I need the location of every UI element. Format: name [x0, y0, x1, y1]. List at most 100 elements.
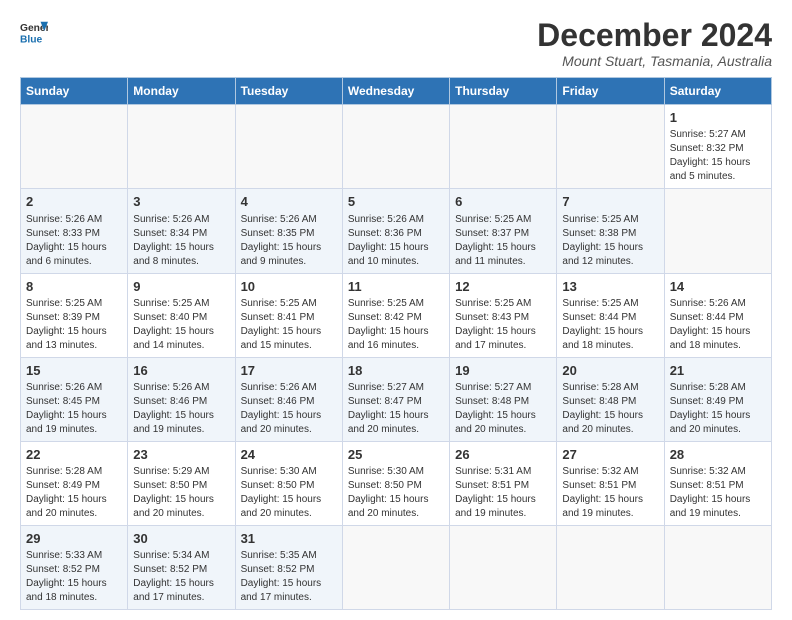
day-number: 28 — [670, 446, 766, 464]
daylight-text: Daylight: 15 hours and 9 minutes. — [241, 242, 322, 267]
day-number: 24 — [241, 446, 337, 464]
main-title: December 2024 — [537, 18, 772, 53]
daylight-text: Daylight: 15 hours and 14 minutes. — [133, 326, 214, 351]
calendar-row: 15Sunrise: 5:26 AMSunset: 8:45 PMDayligh… — [21, 357, 772, 441]
daylight-text: Daylight: 15 hours and 18 minutes. — [562, 326, 643, 351]
sunrise-text: Sunrise: 5:34 AM — [133, 550, 209, 561]
sunset-text: Sunset: 8:34 PM — [133, 228, 207, 239]
daylight-text: Daylight: 15 hours and 13 minutes. — [26, 326, 107, 351]
sunrise-text: Sunrise: 5:25 AM — [562, 298, 638, 309]
sunset-text: Sunset: 8:46 PM — [241, 396, 315, 407]
sunset-text: Sunset: 8:32 PM — [670, 143, 744, 154]
daylight-text: Daylight: 15 hours and 19 minutes. — [670, 494, 751, 519]
sunrise-text: Sunrise: 5:27 AM — [348, 382, 424, 393]
calendar-body: 1Sunrise: 5:27 AMSunset: 8:32 PMDaylight… — [21, 105, 772, 610]
sunset-text: Sunset: 8:47 PM — [348, 396, 422, 407]
calendar-row: 2 Sunrise: 5:26 AM Sunset: 8:33 PM Daylight… — [21, 189, 772, 273]
calendar-cell: 14Sunrise: 5:26 AMSunset: 8:44 PMDayligh… — [664, 273, 771, 357]
daylight-text: Daylight: 15 hours and 20 minutes. — [241, 410, 322, 435]
day-number: 29 — [26, 530, 122, 548]
calendar-cell: 11Sunrise: 5:25 AMSunset: 8:42 PMDayligh… — [342, 273, 449, 357]
daylight-text: Daylight: 15 hours and 5 minutes. — [670, 157, 751, 182]
sunrise-text: Sunrise: 5:25 AM — [455, 298, 531, 309]
day-number: 15 — [26, 362, 122, 380]
calendar-cell: 28Sunrise: 5:32 AMSunset: 8:51 PMDayligh… — [664, 441, 771, 525]
daylight-text: Daylight: 15 hours and 17 minutes. — [133, 578, 214, 603]
calendar-cell: 30Sunrise: 5:34 AMSunset: 8:52 PMDayligh… — [128, 526, 235, 610]
logo: General Blue — [20, 18, 48, 46]
sunrise-text: Sunrise: 5:33 AM — [26, 550, 102, 561]
daylight-text: Daylight: 15 hours and 8 minutes. — [133, 242, 214, 267]
sunset-text: Sunset: 8:52 PM — [241, 564, 315, 575]
sunset-text: Sunset: 8:44 PM — [670, 312, 744, 323]
daylight-text: Daylight: 15 hours and 19 minutes. — [562, 494, 643, 519]
daylight-text: Daylight: 15 hours and 19 minutes. — [26, 410, 107, 435]
sunset-text: Sunset: 8:40 PM — [133, 312, 207, 323]
daylight-text: Daylight: 15 hours and 20 minutes. — [670, 410, 751, 435]
daylight-text: Daylight: 15 hours and 20 minutes. — [455, 410, 536, 435]
calendar-cell — [342, 526, 449, 610]
daylight-text: Daylight: 15 hours and 16 minutes. — [348, 326, 429, 351]
calendar-cell — [664, 189, 771, 273]
sunrise-text: Sunrise: 5:26 AM — [241, 382, 317, 393]
calendar-row: 8Sunrise: 5:25 AMSunset: 8:39 PMDaylight… — [21, 273, 772, 357]
col-friday: Friday — [557, 78, 664, 105]
calendar-cell: 3Sunrise: 5:26 AMSunset: 8:34 PMDaylight… — [128, 189, 235, 273]
daylight-text: Daylight: 15 hours and 11 minutes. — [455, 242, 536, 267]
day-number: 19 — [455, 362, 551, 380]
calendar-cell: 6Sunrise: 5:25 AMSunset: 8:37 PMDaylight… — [450, 189, 557, 273]
calendar-cell: 9Sunrise: 5:25 AMSunset: 8:40 PMDaylight… — [128, 273, 235, 357]
sunset-text: Sunset: 8:35 PM — [241, 228, 315, 239]
day-number: 3 — [133, 193, 229, 211]
page: General Blue December 2024 Mount Stuart,… — [0, 0, 792, 620]
calendar-cell — [450, 526, 557, 610]
sunset-text: Sunset: 8:42 PM — [348, 312, 422, 323]
day-number: 30 — [133, 530, 229, 548]
calendar-cell: 20Sunrise: 5:28 AMSunset: 8:48 PMDayligh… — [557, 357, 664, 441]
calendar-cell — [557, 526, 664, 610]
calendar-cell: 8Sunrise: 5:25 AMSunset: 8:39 PMDaylight… — [21, 273, 128, 357]
day-number: 27 — [562, 446, 658, 464]
calendar-cell: 31Sunrise: 5:35 AMSunset: 8:52 PMDayligh… — [235, 526, 342, 610]
calendar-cell: 12Sunrise: 5:25 AMSunset: 8:43 PMDayligh… — [450, 273, 557, 357]
calendar-cell: 24Sunrise: 5:30 AMSunset: 8:50 PMDayligh… — [235, 441, 342, 525]
sunrise-text: Sunrise: 5:27 AM — [670, 129, 746, 140]
calendar-cell: 16Sunrise: 5:26 AMSunset: 8:46 PMDayligh… — [128, 357, 235, 441]
calendar-cell: 25Sunrise: 5:30 AMSunset: 8:50 PMDayligh… — [342, 441, 449, 525]
calendar-cell — [342, 105, 449, 189]
daylight-text: Daylight: 15 hours and 20 minutes. — [348, 494, 429, 519]
day-number: 23 — [133, 446, 229, 464]
sunset-text: Sunset: 8:36 PM — [348, 228, 422, 239]
sunset-text: Sunset: 8:51 PM — [455, 480, 529, 491]
day-number: 25 — [348, 446, 444, 464]
svg-text:Blue: Blue — [20, 34, 43, 45]
day-number: 9 — [133, 278, 229, 296]
sunrise-text: Sunrise: 5:27 AM — [455, 382, 531, 393]
sunrise-text: Sunrise: 5:25 AM — [348, 298, 424, 309]
sunrise-text: Sunrise: 5:30 AM — [348, 466, 424, 477]
calendar-cell: 1Sunrise: 5:27 AMSunset: 8:32 PMDaylight… — [664, 105, 771, 189]
sunrise-text: Sunrise: 5:31 AM — [455, 466, 531, 477]
sunset-text: Sunset: 8:37 PM — [455, 228, 529, 239]
subtitle: Mount Stuart, Tasmania, Australia — [537, 53, 772, 69]
sunset-text: Sunset: 8:50 PM — [133, 480, 207, 491]
sunrise-text: Sunrise: 5:26 AM — [26, 214, 102, 225]
day-number: 14 — [670, 278, 766, 296]
sunset-text: Sunset: 8:49 PM — [670, 396, 744, 407]
calendar-cell: 4Sunrise: 5:26 AMSunset: 8:35 PMDaylight… — [235, 189, 342, 273]
sunrise-text: Sunrise: 5:29 AM — [133, 466, 209, 477]
calendar-cell — [235, 105, 342, 189]
daylight-text: Daylight: 15 hours and 20 minutes. — [348, 410, 429, 435]
calendar-row: 1Sunrise: 5:27 AMSunset: 8:32 PMDaylight… — [21, 105, 772, 189]
calendar-cell: 2Sunrise: 5:26 AMSunset: 8:33 PMDaylight… — [21, 189, 128, 273]
daylight-text: Daylight: 15 hours and 18 minutes. — [670, 326, 751, 351]
calendar-row: 29 Sunrise: 5:33 AM Sunset: 8:52 PM Dayligh… — [21, 526, 772, 610]
sunset-text: Sunset: 8:51 PM — [670, 480, 744, 491]
sunrise-text: Sunrise: 5:28 AM — [562, 382, 638, 393]
sunset-text: Sunset: 8:33 PM — [26, 228, 100, 239]
day-number: 2 — [26, 193, 122, 211]
day-number: 22 — [26, 446, 122, 464]
daylight-text: Daylight: 15 hours and 12 minutes. — [562, 242, 643, 267]
day-number: 7 — [562, 193, 658, 211]
daylight-text: Daylight: 15 hours and 19 minutes. — [455, 494, 536, 519]
